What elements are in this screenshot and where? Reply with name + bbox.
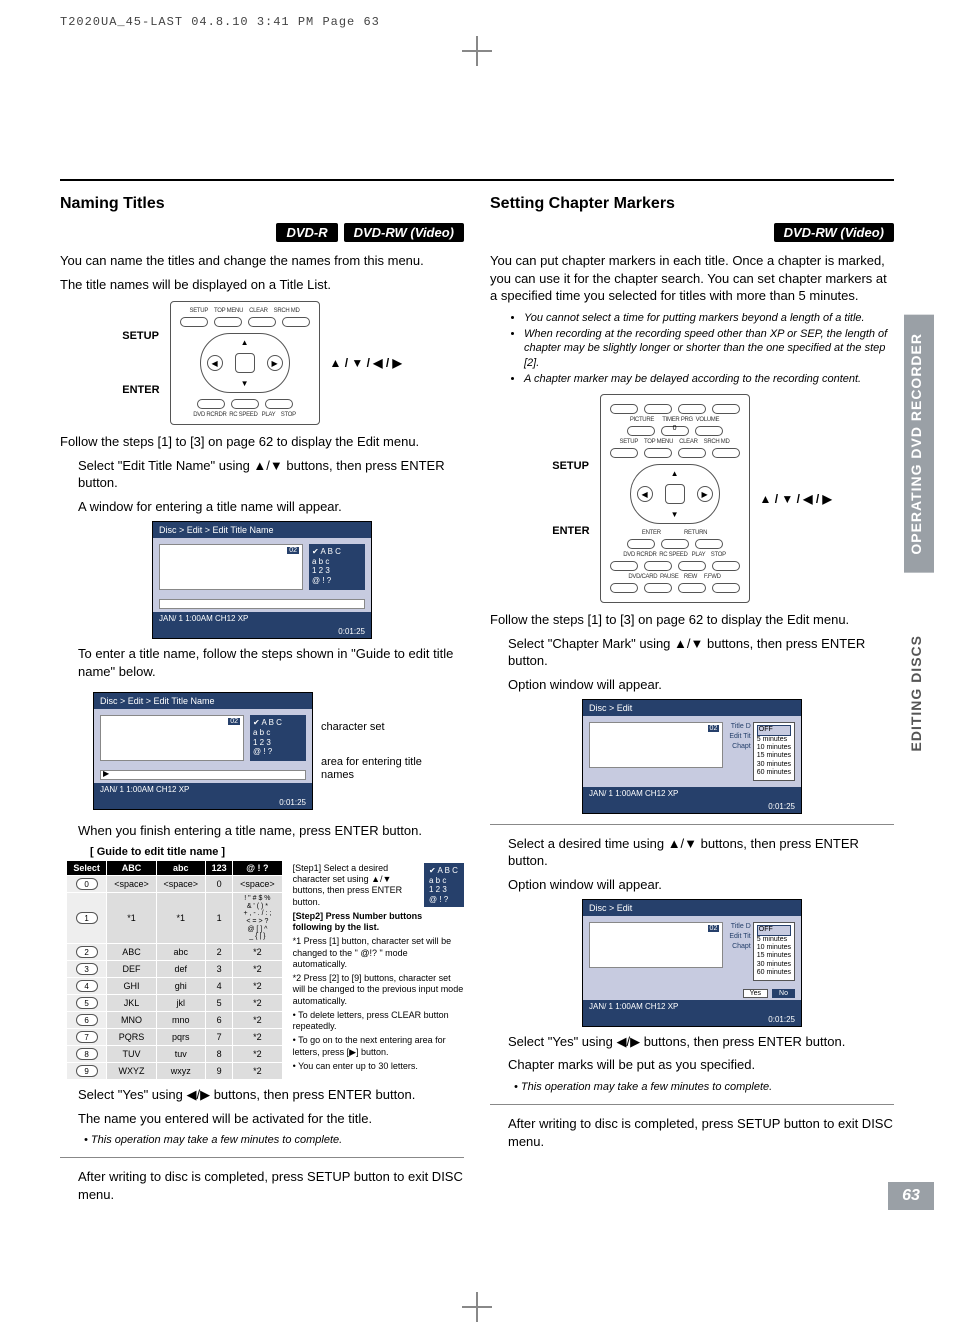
osd-titlebar: Disc > Edit > Edit Title Name [153, 522, 371, 538]
charset-mini: A B C a b c 1 2 3 @ ! ? [424, 863, 464, 907]
step-marks-put: Chapter marks will be put as you specifi… [508, 1056, 894, 1074]
note-item: A chapter marker may be delayed accordin… [524, 372, 894, 386]
intro-text-2: The title names will be displayed on a T… [60, 276, 464, 294]
option-list: OFF 5 minutes 10 minutes 15 minutes 30 m… [753, 722, 795, 780]
osd-edit-title-2: Disc > Edit > Edit Title Name A B C a b … [93, 692, 313, 810]
heading-naming-titles: Naming Titles [60, 195, 464, 213]
step-option-appear-2: Option window will appear. [508, 876, 894, 894]
step-window-appear: A window for entering a title name will … [78, 498, 464, 516]
arrows-label: ▲ / ▼ / ◀ / ▶ [760, 492, 832, 506]
intro-text-right: You can put chapter markers in each titl… [490, 252, 894, 305]
remote-diagram-right: PICTURE TIMER PRG VOLUME 0 SETUPTOP MENU… [600, 394, 750, 603]
badge-dvd-rw-video-right: DVD-RW (Video) [774, 223, 894, 242]
label-setup: SETUP [122, 324, 159, 348]
osd-edit-title-1: Disc > Edit > Edit Title Name A B C a b … [152, 521, 372, 639]
dpad-icon: ▲▼ ◀▶ [200, 333, 290, 393]
step-option-appear-1: Option window will appear. [508, 676, 894, 694]
step-finish-enter: When you finish entering a title name, p… [78, 822, 464, 840]
label-setup: SETUP [552, 454, 589, 478]
step-select-yes: Select "Yes" using ◀/▶ buttons, then pre… [78, 1086, 464, 1104]
arrows-label: ▲ / ▼ / ◀ / ▶ [330, 356, 402, 370]
side-tab-operating: OPERATING DVD RECORDER [904, 315, 934, 573]
yes-button: Yes [743, 989, 768, 998]
label-enter: ENTER [552, 519, 589, 543]
crop-mark-bottom [462, 1292, 492, 1322]
side-tab-editing: EDITING DISCS [904, 625, 934, 761]
intro-text-1: You can name the titles and change the n… [60, 252, 464, 270]
col-naming-titles: Naming Titles DVD-R DVD-RW (Video) You c… [60, 195, 464, 1210]
note-operation-time-left: • This operation may take a few minutes … [84, 1133, 464, 1147]
guide-steps: [Step1] Select a desired character set u… [293, 860, 464, 1075]
badge-dvd-r: DVD-R [276, 223, 337, 242]
note-operation-time-right: • This operation may take a few minutes … [514, 1080, 894, 1094]
top-rule [60, 179, 894, 181]
step-guide-ref: To enter a title name, follow the steps … [78, 645, 464, 680]
heading-chapter-markers: Setting Chapter Markers [490, 195, 894, 213]
step-select-yes-right: Select "Yes" using ◀/▶ buttons, then pre… [508, 1033, 894, 1051]
step-select-chapter-mark: Select "Chapter Mark" using ▲/▼ buttons,… [508, 635, 894, 670]
running-head: T2020UA_45-LAST 04.8.10 3:41 PM Page 63 [60, 15, 894, 29]
osd-charset: A B C a b c 1 2 3 @ ! ? [309, 544, 365, 590]
guide-title: [ Guide to edit title name ] [90, 846, 464, 858]
osd-annotations: character set area for entering title na… [321, 721, 431, 783]
no-button: No [772, 989, 795, 998]
yes-no-row: Yes No [583, 987, 801, 1000]
top-notes: You cannot select a time for putting mar… [514, 311, 894, 386]
page-number: 63 [888, 1182, 934, 1210]
char-entry-table: Select ABC abc 123 @ ! ? 0<space><space>… [66, 860, 283, 1080]
annot-entry-area: area for entering title names [321, 756, 431, 782]
osd-chapter-options-1: Disc > Edit Title D Edit Tit Chapt OFF 5… [582, 699, 802, 813]
osd-preview [159, 544, 303, 590]
osd-chapter-options-2: Disc > Edit Title D Edit Tit Chapt OFF 5… [582, 899, 802, 1026]
step-name-activated: The name you entered will be activated f… [78, 1110, 464, 1128]
step-exit-setup-left: After writing to disc is completed, pres… [78, 1168, 464, 1203]
col-chapter-markers: Setting Chapter Markers DVD-RW (Video) Y… [490, 195, 894, 1210]
step-exit-setup-right: After writing to disc is completed, pres… [508, 1115, 894, 1150]
annot-charset: character set [321, 721, 431, 734]
step-select-edit-title: Select "Edit Title Name" using ▲/▼ butto… [78, 457, 464, 492]
dpad-icon: ▲▼ ◀▶ [630, 464, 720, 524]
remote-left-labels: SETUP ENTER [122, 324, 159, 402]
badge-dvd-rw-video: DVD-RW (Video) [344, 223, 464, 242]
label-enter: ENTER [122, 378, 159, 402]
remote-diagram: SETUPTOP MENU CLEARSRCH MD ▲▼ ◀▶ DVD RCR… [170, 301, 320, 425]
after-remote-text-right: Follow the steps [1] to [3] on page 62 t… [490, 611, 894, 629]
note-item: You cannot select a time for putting mar… [524, 311, 894, 325]
after-remote-text: Follow the steps [1] to [3] on page 62 t… [60, 433, 464, 451]
step-select-time: Select a desired time using ▲/▼ buttons,… [508, 835, 894, 870]
note-item: When recording at the recording speed ot… [524, 327, 894, 370]
